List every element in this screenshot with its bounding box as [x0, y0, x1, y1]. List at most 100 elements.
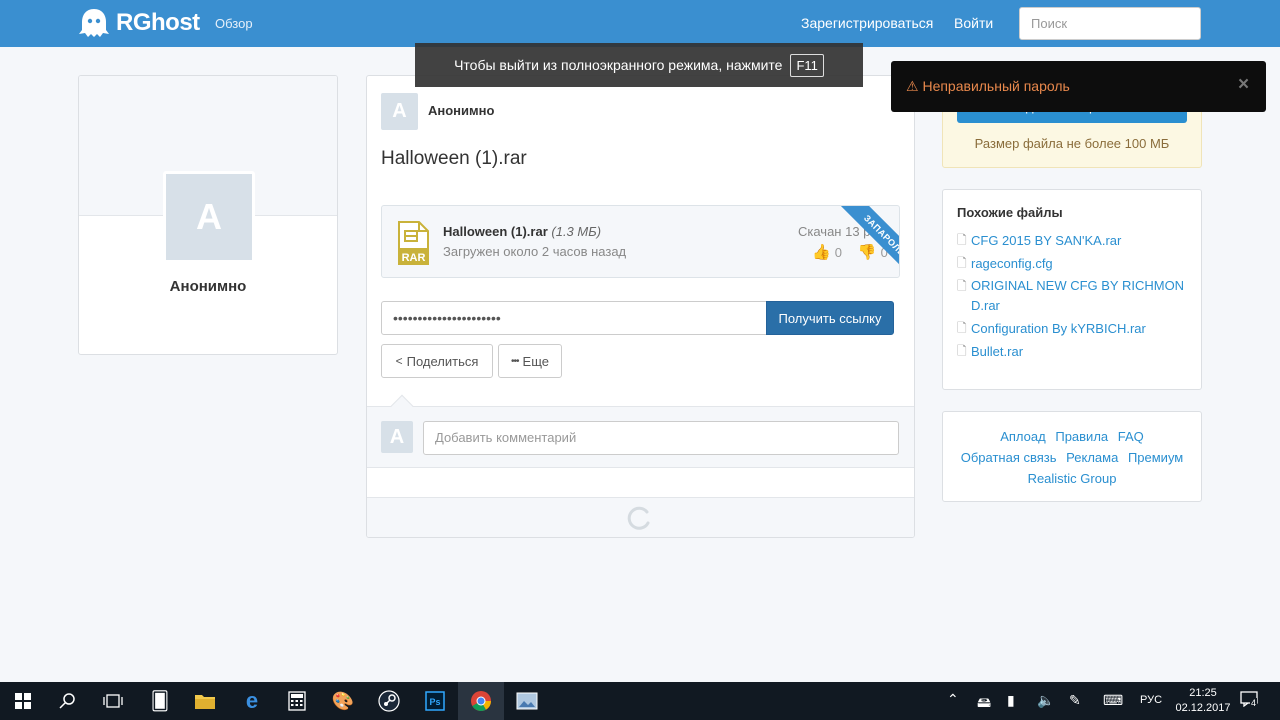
top-navbar: RGhost Обзор Зарегистрироваться Войти [0, 0, 1280, 47]
similar-file-link[interactable]: Bullet.rar [971, 341, 1023, 362]
nav-register-link[interactable]: Зарегистрироваться [801, 15, 933, 31]
password-form: Получить ссылку [381, 301, 896, 336]
upload-time: Загружен около 2 часов назад [443, 244, 627, 259]
similar-file-link[interactable]: ORIGINAL NEW CFG BY RICHMOND.rar [971, 276, 1197, 316]
similar-file-item[interactable]: 🗋 ORIGINAL NEW CFG BY RICHMOND.rar [957, 276, 1197, 316]
similar-file-link[interactable]: Configuration By kYRBICH.rar [971, 318, 1146, 339]
download-count: Скачан 13 р [798, 224, 871, 239]
task-view-icon[interactable] [90, 682, 136, 720]
keyboard-icon[interactable]: ⌨ [1103, 692, 1123, 709]
similar-file-link[interactable]: rageconfig.cfg [971, 253, 1053, 274]
search-icon[interactable] [45, 682, 91, 720]
file-name: Halloween (1).rar [443, 224, 548, 239]
brand-name: RGhost [116, 9, 200, 36]
like-count: 0 [834, 245, 842, 260]
fullscreen-banner-text: Чтобы выйти из полноэкранного режима, на… [454, 57, 783, 73]
clock-date: 02.12.2017 [1175, 702, 1231, 714]
author-avatar: A [381, 93, 418, 130]
system-clock[interactable]: 21:25 02.12.2017 [1168, 686, 1238, 716]
windows-start-icon[interactable] [0, 682, 46, 720]
comments-loader [367, 498, 914, 537]
file-info-box: RAR Halloween (1).rar (1.3 МБ) Загружен … [381, 205, 900, 278]
comment-input[interactable] [423, 421, 899, 455]
footer-link-ads[interactable]: Реклама [1066, 450, 1118, 465]
comments-list [367, 468, 914, 498]
toast-message-line: ⚠ Неправильный пароль [906, 78, 1070, 95]
tray-chevron-up-icon[interactable]: ⌃ [947, 691, 959, 708]
nav-login-link[interactable]: Войти [954, 15, 993, 31]
footer-link-rules[interactable]: Правила [1055, 429, 1108, 444]
footer-link-feedback[interactable]: Обратная связь [961, 450, 1057, 465]
footer-links-row: Realistic Group [943, 468, 1201, 489]
clock-time: 21:25 [1189, 687, 1217, 699]
language-indicator[interactable]: РУС [1140, 694, 1162, 706]
footer-link-upload[interactable]: Аплоад [1000, 429, 1046, 444]
password-input[interactable] [381, 301, 767, 335]
solitaire-icon[interactable]: 🂠 [137, 682, 183, 720]
calculator-icon[interactable] [274, 682, 320, 720]
footer-links-row: Обратная связь Реклама Премиум [943, 447, 1201, 468]
file-name-line: Halloween (1).rar (1.3 МБ) [443, 224, 601, 239]
share-button[interactable]: < Поделиться [381, 344, 493, 378]
loading-spinner-icon [627, 506, 650, 530]
more-button[interactable]: ••• Еще [498, 344, 562, 378]
paint-icon[interactable]: 🎨 [320, 682, 366, 720]
similar-file-link[interactable]: CFG 2015 BY SAN'KA.rar [971, 230, 1121, 251]
volume-icon[interactable]: 🔈 [1037, 692, 1054, 709]
uploader-profile-card: A Анонимно [78, 75, 338, 355]
network-icon[interactable]: 🖴 [977, 692, 991, 716]
similar-files-title: Похожие файлы [957, 205, 1063, 220]
file-size: (1.3 МБ) [551, 224, 602, 239]
error-toast: ⚠ Неправильный пароль × [891, 61, 1266, 112]
image-viewer-icon[interactable] [504, 682, 550, 720]
vote-counters: 👍 0 👎 0 [812, 243, 888, 261]
photoshop-icon[interactable]: Ps [412, 682, 458, 720]
edge-browser-icon[interactable]: e [229, 682, 275, 720]
similar-file-item[interactable]: 🗋 Configuration By kYRBICH.rar [957, 318, 1197, 339]
get-link-button[interactable]: Получить ссылку [766, 301, 894, 335]
file-icon: 🗋 [957, 279, 967, 293]
chrome-icon[interactable] [458, 682, 504, 720]
commenter-avatar: A [381, 421, 413, 453]
thumbs-down-icon[interactable]: 👎 [858, 244, 877, 261]
brand-logo[interactable]: RGhost [78, 8, 200, 38]
svg-text:Ps: Ps [429, 697, 440, 707]
battery-icon[interactable]: ▮ [1007, 692, 1015, 709]
ghost-icon [79, 9, 109, 37]
rar-icon-label: RAR [402, 252, 426, 264]
comment-form: A [367, 406, 914, 468]
profile-avatar: A [163, 171, 255, 263]
similar-files-list: 🗋 CFG 2015 BY SAN'KA.rar 🗋 rageconfig.cfg … [957, 230, 1197, 364]
thumbs-up-icon[interactable]: 👍 [812, 244, 831, 261]
similar-file-item[interactable]: 🗋 CFG 2015 BY SAN'KA.rar [957, 230, 1197, 251]
notifications-icon[interactable]: 4 [1240, 691, 1262, 711]
file-icon: 🗋 [957, 256, 967, 270]
rar-file-icon: RAR [397, 221, 429, 268]
file-icon: 🗋 [957, 344, 967, 358]
password-protected-ribbon: ЗАПАРОЛЕН [841, 206, 899, 277]
windows-taskbar: 🂠 e 🎨 Ps ⌃ 🖴 ▮ 🔈 ✎ ⌨ РУС 21:25 02.12.201… [0, 682, 1280, 720]
footer-link-realistic-group[interactable]: Realistic Group [1028, 471, 1117, 486]
pen-icon[interactable]: ✎ [1069, 692, 1081, 709]
similar-files-panel: Похожие файлы 🗋 CFG 2015 BY SAN'KA.rar 🗋 r… [942, 189, 1202, 390]
similar-file-item[interactable]: 🗋 Bullet.rar [957, 341, 1197, 362]
file-title: Halloween (1).rar [381, 148, 527, 169]
footer-link-premium[interactable]: Премиум [1128, 450, 1183, 465]
search-input[interactable] [1019, 7, 1201, 40]
nav-overview-link[interactable]: Обзор [215, 16, 253, 31]
file-icon: 🗋 [957, 321, 967, 335]
profile-name: Анонимно [169, 278, 247, 295]
steam-icon[interactable] [366, 682, 412, 720]
file-panel: A Анонимно Halloween (1).rar RAR Hallowe… [366, 75, 915, 538]
file-explorer-icon[interactable] [182, 682, 228, 720]
author-name: Анонимно [428, 103, 495, 118]
footer-link-faq[interactable]: FAQ [1118, 429, 1144, 444]
similar-file-item[interactable]: 🗋 rageconfig.cfg [957, 253, 1197, 274]
upload-size-note: Размер файла не более 100 МБ [974, 136, 1170, 151]
footer-links-panel: Аплоад Правила FAQ Обратная связь Реклам… [942, 411, 1202, 502]
close-icon[interactable]: × [1238, 74, 1249, 96]
share-label: Поделиться [406, 353, 479, 369]
file-icon: 🗋 [957, 233, 967, 247]
notification-count: 4 [1250, 698, 1258, 708]
ellipsis-icon: ••• [511, 355, 519, 367]
